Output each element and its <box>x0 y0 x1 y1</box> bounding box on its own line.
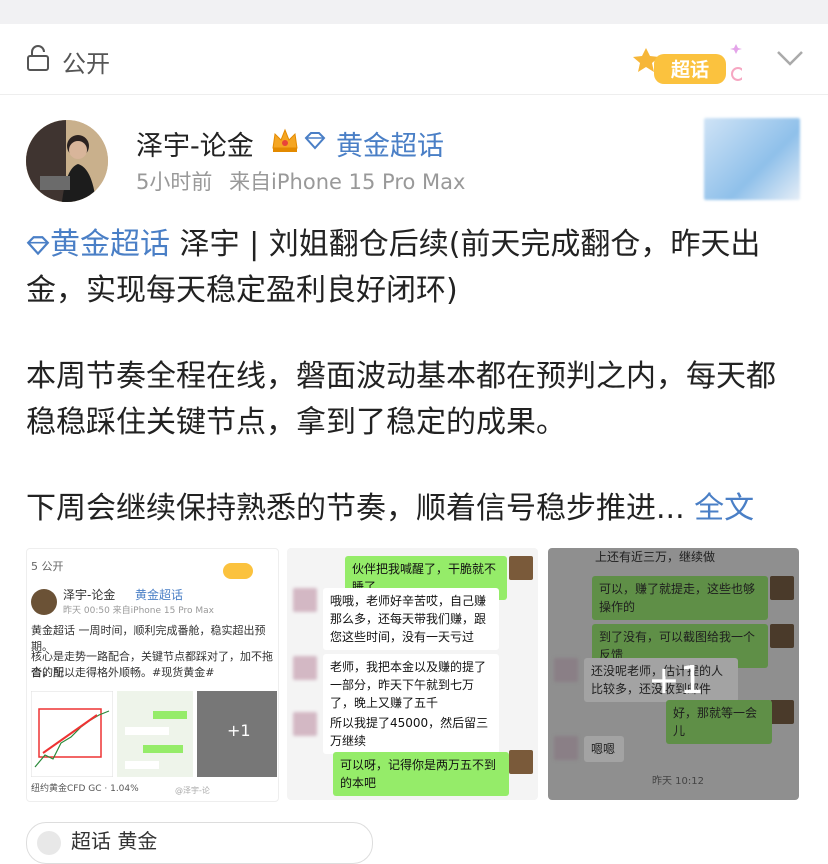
post-header: 公开 超话 <box>0 24 828 95</box>
post-para2-line-1: 本周节奏全程在线，磐面波动基本都在预判之内，每天都 <box>26 359 776 394</box>
chevron-down-icon[interactable] <box>772 42 808 72</box>
thumb3-msg-2: 可以，赚了就提走，这些也够操作的 <box>592 576 768 620</box>
thumb1-visibility: 5 公开 <box>31 560 64 573</box>
thumb1-badge-icon <box>223 563 253 579</box>
image-thumbnail-3[interactable]: 上还有近三万，继续做 可以，赚了就提走，这些也够操作的 到了没有，可以截图给我一… <box>548 548 799 800</box>
thumb1-quote: 纽约黄金CFD GC · 1.04% <box>31 784 139 794</box>
thumb3-avatar-self <box>770 576 794 600</box>
thumb2-msg-2: 哦哦，老师好辛苦哎，自己赚那么多，还每天带我们赚，跟您这些时间，没有一天亏过 <box>323 588 499 650</box>
post-line-1: 泽宇 | 刘姐翻仓后续(前天完成翻仓，昨天出 <box>179 227 761 262</box>
post-text-paragraph-3: 下周会继续保持熟悉的节奏，顺着信号稳步推进... 全文 <box>26 486 806 532</box>
thumb3-msg-1: 上还有近三万，继续做 <box>595 550 716 564</box>
topic-pill-bottom[interactable]: 超话 黄金 <box>26 822 373 864</box>
image-thumbnail-1[interactable]: 5 公开 泽宇-论金 黄金超话 昨天 00:50 来自iPhone 15 Pro… <box>26 548 279 802</box>
thumb1-meta: 昨天 00:50 来自iPhone 15 Pro Max <box>63 606 214 616</box>
thumb2-msg-4: 所以我提了45000，然后留三万继续 <box>323 710 499 754</box>
post-para2-line-2: 稳稳踩住关键节点，拿到了稳定的成果。 <box>26 405 566 440</box>
crown-icon <box>272 128 298 152</box>
thumb1-plus: +1 <box>227 721 251 740</box>
thumb3-avatar-other-2 <box>554 736 578 760</box>
thumb3-msg-5: 好，那就等一会儿 <box>666 700 772 744</box>
thumb1-chat-image <box>117 691 193 777</box>
super-topic-diamond-icon <box>304 132 326 150</box>
author-name[interactable]: 泽宇-论金 <box>136 124 254 163</box>
thumb2-avatar-self <box>509 556 533 580</box>
post-para3: 下周会继续保持熟悉的节奏，顺着信号稳步推进... <box>26 491 685 526</box>
post-time: 5小时前 <box>136 170 213 194</box>
thumb3-avatar-self-2 <box>770 624 794 648</box>
thumb1-avatar <box>31 589 57 615</box>
thumb2-avatar-self-2 <box>509 750 533 774</box>
thumb3-time: 昨天 10:12 <box>652 776 704 787</box>
thumb1-chart-image <box>31 691 113 777</box>
top-divider-bar <box>0 0 828 24</box>
topic-diamond-icon <box>26 235 50 255</box>
thumb2-avatar-other-2 <box>293 656 317 680</box>
post-meta: 5小时前 来自iPhone 15 Pro Max <box>136 166 465 196</box>
thumb2-msg-3: 老师，我把本金以及赚的提了一部分，昨天下午就到七万了，晚上又赚了五千 <box>323 654 499 716</box>
thumb3-avatar-self-3 <box>770 700 794 724</box>
thumb1-author: 泽宇-论金 <box>63 588 116 602</box>
decorative-image <box>704 118 800 200</box>
author-topic-link[interactable]: 黄金超话 <box>336 124 444 163</box>
avatar-photo <box>26 120 108 202</box>
thumb2-avatar-other-3 <box>293 712 317 736</box>
post-text-paragraph-1: 黄金超话 泽宇 | 刘姐翻仓后续(前天完成翻仓，昨天出 金，实现每天稳定盈利良好… <box>26 222 806 314</box>
thumb2-msg-5: 可以呀，记得你是两万五不到的本吧 <box>333 752 509 796</box>
post-line-2: 金，实现每天稳定盈利良好闭环) <box>26 273 458 308</box>
thumb3-more-count: +1 <box>648 658 705 702</box>
avatar[interactable] <box>26 120 108 202</box>
post-source: 来自iPhone 15 Pro Max <box>229 170 466 194</box>
super-topic-badge-icon[interactable]: 超话 <box>632 40 742 90</box>
thumb3-avatar-other <box>554 658 578 682</box>
thumb3-msg-6: 嗯嗯 <box>584 736 624 762</box>
thumb1-text-3: 合，所以走得格外顺畅。#现货黄金# <box>31 666 215 679</box>
lock-icon <box>27 45 49 71</box>
visibility-label: 公开 <box>62 50 110 78</box>
image-thumbnail-2[interactable]: 伙伴把我喊醒了，干脆就不睡了 哦哦，老师好辛苦哎，自己赚那么多，还每天带我们赚，… <box>287 548 538 800</box>
thumb1-watermark: @泽宇-论 <box>175 786 210 795</box>
topic-tag-link[interactable]: 黄金超话 <box>50 227 170 262</box>
post-text-paragraph-2: 本周节奏全程在线，磐面波动基本都在预判之内，每天都 稳稳踩住关键节点，拿到了稳定… <box>26 354 806 446</box>
thumb2-avatar-other <box>293 588 317 612</box>
thumb1-topic: 黄金超话 <box>135 588 184 602</box>
svg-text:超话: 超话 <box>670 58 709 81</box>
bottom-label: 超话 黄金 <box>71 829 158 853</box>
bottom-topic-icon <box>37 831 61 855</box>
thumb1-more-image: +1 <box>197 691 277 777</box>
full-text-link[interactable]: 全文 <box>694 491 754 526</box>
